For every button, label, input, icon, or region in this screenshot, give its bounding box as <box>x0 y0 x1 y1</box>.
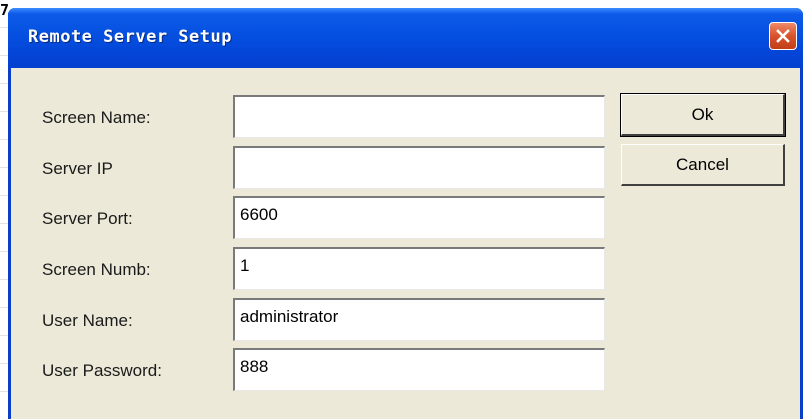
server-port-label: Server Port: <box>42 209 133 228</box>
screen-name-label: Screen Name: <box>42 108 151 127</box>
dialog-client-area: Screen Name: Server IP Server Port: 6600… <box>11 68 800 419</box>
title-bar[interactable]: Remote Server Setup <box>8 8 803 68</box>
remote-server-setup-dialog: Remote Server Setup Screen Name: Server … <box>8 8 803 419</box>
screen-number-input[interactable]: 1 <box>233 247 605 290</box>
user-password-input[interactable]: 888 <box>233 348 605 391</box>
server-ip-label: Server IP <box>42 159 113 178</box>
user-password-label: User Password: <box>42 361 162 380</box>
server-ip-input[interactable] <box>233 146 605 189</box>
server-port-input[interactable]: 6600 <box>233 196 605 239</box>
cancel-button[interactable]: Cancel <box>621 144 785 186</box>
ok-button[interactable]: Ok <box>620 93 786 137</box>
user-name-label: User Name: <box>42 311 133 330</box>
screen-name-input[interactable] <box>233 95 605 138</box>
window-title: Remote Server Setup <box>28 27 232 47</box>
screen-number-label: Screen Numb: <box>42 260 151 279</box>
close-button[interactable] <box>769 22 797 50</box>
close-icon <box>776 29 790 43</box>
user-name-input[interactable]: administrator <box>233 298 605 341</box>
